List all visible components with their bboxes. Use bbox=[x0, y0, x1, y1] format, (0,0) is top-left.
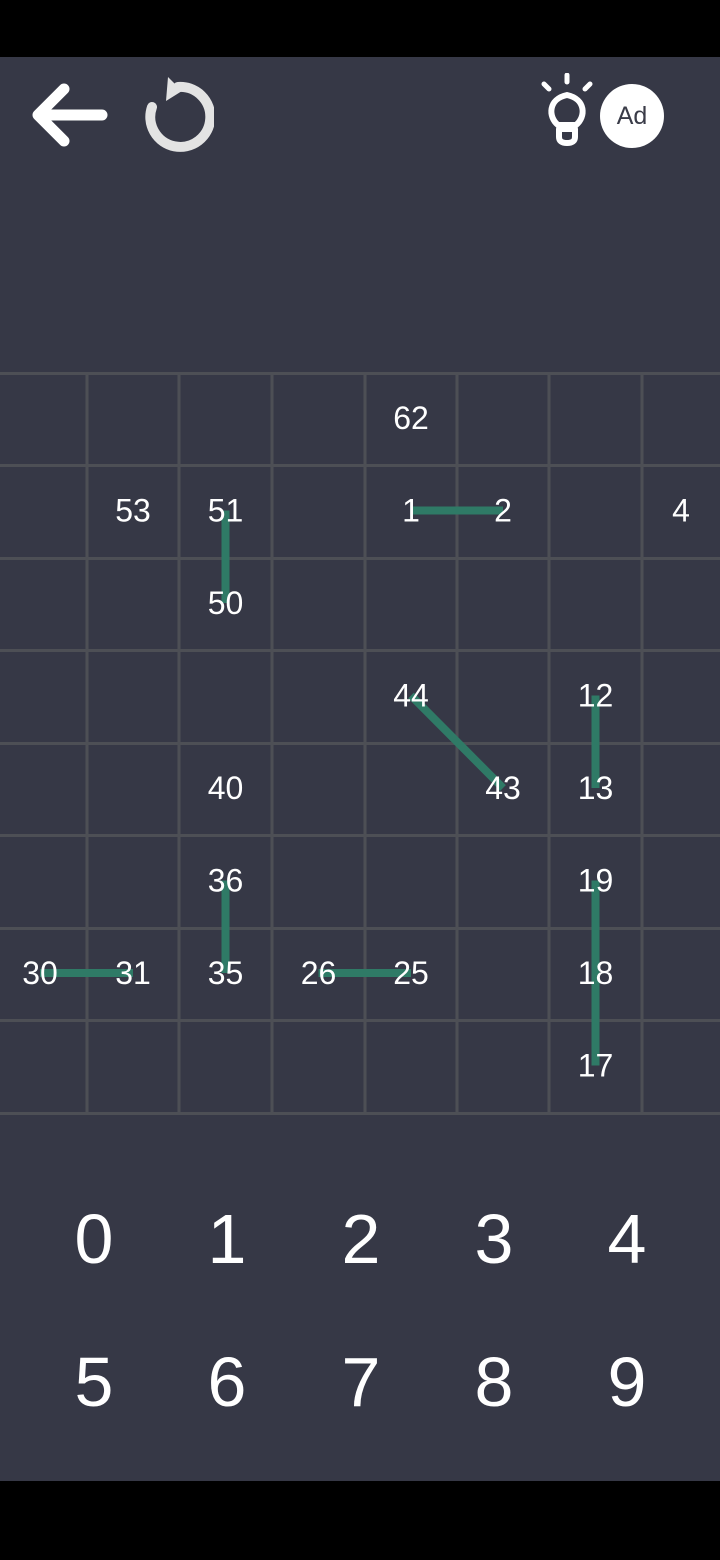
grid-cell[interactable] bbox=[642, 649, 720, 742]
cell-number: 17 bbox=[578, 1048, 614, 1084]
grid-cell[interactable] bbox=[457, 372, 549, 464]
cell-number: 30 bbox=[22, 955, 58, 991]
keypad-key-2[interactable]: 2 bbox=[306, 1184, 416, 1294]
keypad-key-0[interactable]: 0 bbox=[39, 1184, 149, 1294]
number-keypad: 0123456789 bbox=[0, 1117, 720, 1421]
cell-number: 2 bbox=[494, 493, 512, 529]
cell-number: 18 bbox=[578, 955, 614, 991]
grid-cell[interactable] bbox=[549, 372, 642, 464]
cell-number: 51 bbox=[208, 493, 244, 529]
grid-cell[interactable] bbox=[0, 742, 87, 834]
cell-number: 62 bbox=[393, 400, 429, 436]
grid-cell[interactable] bbox=[642, 927, 720, 1019]
number-grid-board[interactable]: 62 53 51 1 2 4 50 44 12 40 43 13 36 19 30 31 35 26 25 18 17 bbox=[0, 372, 720, 1117]
grid-cell[interactable] bbox=[642, 742, 720, 834]
grid-cell[interactable] bbox=[272, 834, 365, 927]
keypad-key-1[interactable]: 1 bbox=[172, 1184, 282, 1294]
grid-cell[interactable] bbox=[457, 1019, 549, 1112]
grid-cell[interactable] bbox=[87, 834, 179, 927]
grid-cell[interactable] bbox=[642, 372, 720, 464]
grid-cell[interactable] bbox=[272, 1019, 365, 1112]
grid-cell[interactable] bbox=[87, 372, 179, 464]
ad-button[interactable]: Ad bbox=[600, 84, 664, 148]
top-toolbar: Ad bbox=[0, 57, 720, 177]
grid-cell[interactable] bbox=[457, 834, 549, 927]
grid-cell[interactable] bbox=[87, 742, 179, 834]
cell-number: 43 bbox=[485, 770, 521, 806]
grid-cell[interactable] bbox=[272, 649, 365, 742]
grid-cell[interactable] bbox=[365, 557, 457, 649]
grid-cell[interactable] bbox=[0, 372, 87, 464]
grid-cell[interactable] bbox=[457, 927, 549, 1019]
cell-number: 12 bbox=[578, 678, 614, 714]
cell-number: 44 bbox=[393, 678, 429, 714]
keypad-key-4[interactable]: 4 bbox=[572, 1184, 682, 1294]
grid-cell[interactable] bbox=[272, 464, 365, 557]
grid-cell[interactable] bbox=[179, 1019, 272, 1112]
grid-cell[interactable] bbox=[457, 649, 549, 742]
keypad-key-8[interactable]: 8 bbox=[439, 1327, 549, 1437]
grid-cell[interactable] bbox=[87, 557, 179, 649]
undo-icon bbox=[145, 77, 216, 152]
grid-cell[interactable] bbox=[365, 834, 457, 927]
grid-cell[interactable] bbox=[457, 557, 549, 649]
grid-cell[interactable] bbox=[642, 834, 720, 927]
grid-cell[interactable] bbox=[272, 742, 365, 834]
game-screen: Ad 62 53 51 1 2 4 50 44 12 40 43 13 36 19 30 31 35 26 25 18… bbox=[0, 57, 720, 1481]
grid-cell[interactable] bbox=[179, 372, 272, 464]
grid-cell[interactable] bbox=[365, 742, 457, 834]
back-button[interactable] bbox=[26, 79, 110, 151]
cell-number: 36 bbox=[208, 863, 244, 899]
keypad-key-7[interactable]: 7 bbox=[306, 1327, 416, 1437]
grid-cell[interactable] bbox=[642, 557, 720, 649]
grid-cell[interactable] bbox=[549, 557, 642, 649]
grid-cell[interactable] bbox=[272, 557, 365, 649]
arrow-left-icon bbox=[32, 83, 108, 147]
grid-cell[interactable] bbox=[272, 372, 365, 464]
grid-cell[interactable] bbox=[549, 464, 642, 557]
board-svg: 6253 51 1 2 45044 1240 43 1336 1930 31 35 26 25 1817 bbox=[0, 372, 720, 1115]
grid-cell[interactable] bbox=[642, 1019, 720, 1112]
grid-cell[interactable] bbox=[179, 649, 272, 742]
grid-cell[interactable] bbox=[87, 1019, 179, 1112]
cell-number: 26 bbox=[301, 955, 337, 991]
grid-cell[interactable] bbox=[87, 649, 179, 742]
cell-number: 53 bbox=[115, 493, 151, 529]
lightbulb-icon bbox=[541, 72, 593, 146]
cell-number: 19 bbox=[578, 863, 614, 899]
cell-number: 4 bbox=[672, 493, 690, 529]
undo-button[interactable] bbox=[130, 73, 216, 157]
cell-number: 25 bbox=[393, 955, 429, 991]
cell-number: 35 bbox=[208, 955, 244, 991]
cell-number: 31 bbox=[115, 955, 151, 991]
grid-cell[interactable] bbox=[365, 1019, 457, 1112]
keypad-key-9[interactable]: 9 bbox=[572, 1327, 682, 1437]
grid-cell[interactable] bbox=[0, 834, 87, 927]
grid-cell[interactable] bbox=[0, 649, 87, 742]
keypad-key-6[interactable]: 6 bbox=[172, 1327, 282, 1437]
grid-cell[interactable] bbox=[0, 1019, 87, 1112]
hint-button[interactable] bbox=[534, 72, 600, 147]
cell-number: 1 bbox=[402, 493, 420, 529]
cell-number: 50 bbox=[208, 585, 244, 621]
cell-number: 40 bbox=[208, 770, 244, 806]
cell-number: 13 bbox=[578, 770, 614, 806]
keypad-key-3[interactable]: 3 bbox=[439, 1184, 549, 1294]
grid-cell[interactable] bbox=[0, 557, 87, 649]
keypad-key-5[interactable]: 5 bbox=[39, 1327, 149, 1437]
grid-cell[interactable] bbox=[0, 464, 87, 557]
